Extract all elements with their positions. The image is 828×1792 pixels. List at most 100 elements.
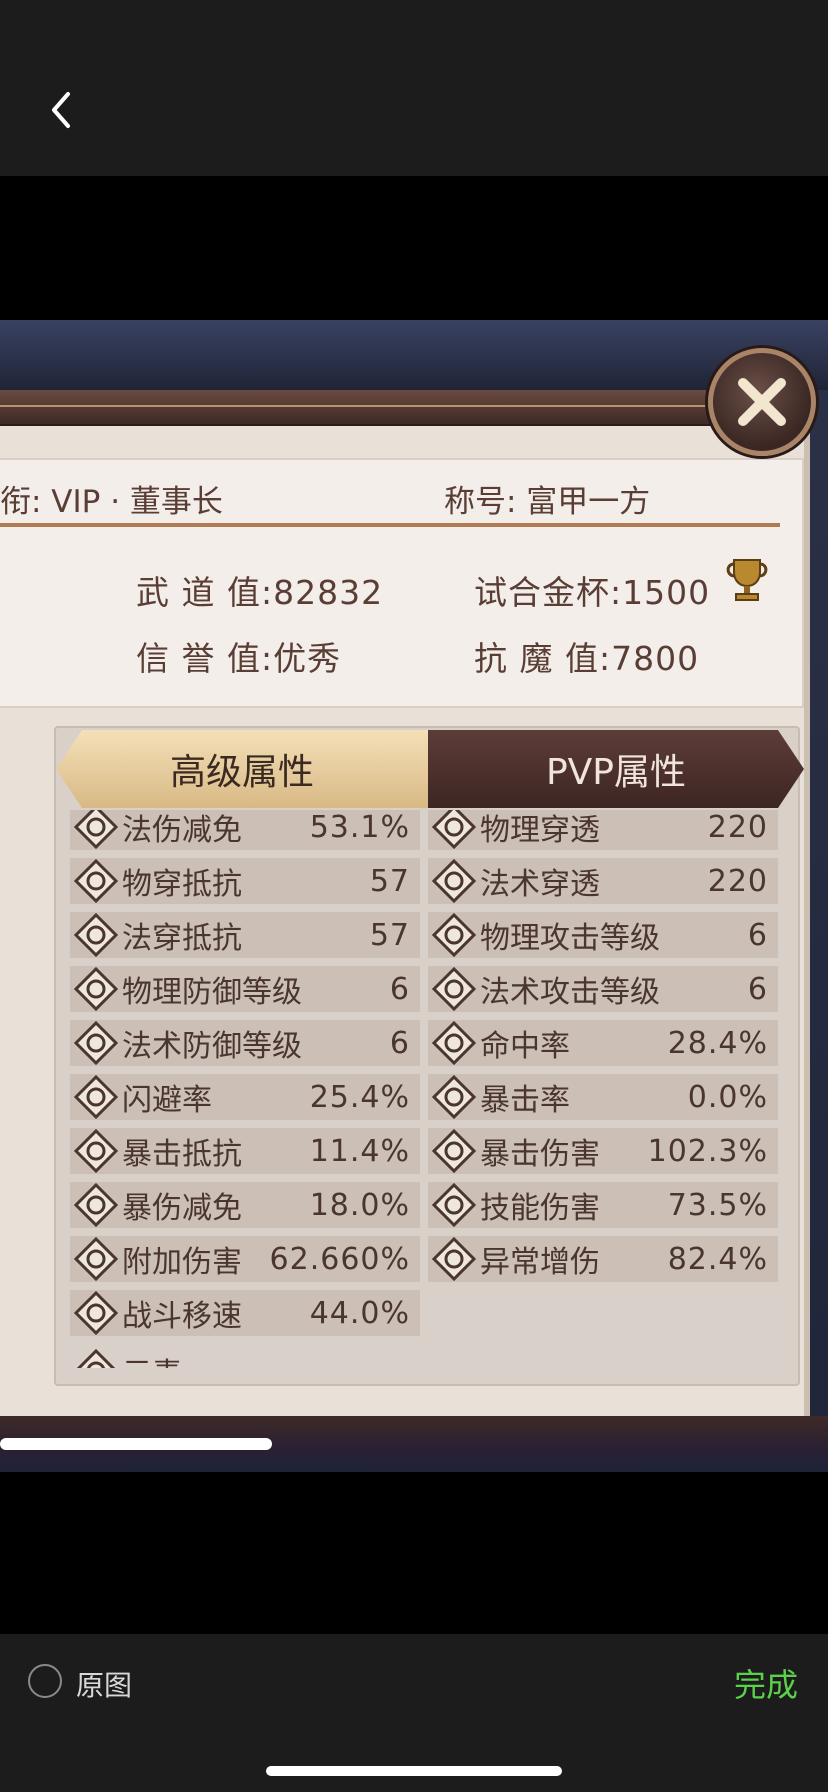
attribute-value: 6 [747,971,768,1007]
attribute-row-right: 命中率 28.4% [428,1020,778,1066]
attribute-row-left: 战斗移速 44.0% [70,1290,420,1336]
attribute-icon [73,1236,119,1282]
attribute-row-left: 法穿抵抗 57 [70,912,420,958]
attribute-label: 物理穿透 [480,813,600,848]
rank-text: 衔: VIP · 董事长 [0,484,223,520]
divider [0,523,780,527]
attribute-icon [73,966,119,1012]
attribute-label: 法术防御等级 [122,1029,302,1064]
attribute-label: 战斗移速 [122,1299,242,1334]
attribute-row-right: 技能伤害 73.5% [428,1182,778,1228]
attribute-icon [73,1128,119,1174]
attribute-icon [431,912,477,958]
attribute-value: 0.0% [687,1079,768,1115]
attribute-label: 异常增伤 [480,1245,600,1280]
attribute-value: 11.4% [309,1133,410,1169]
viewer-bottom-bar: 原图 完成 [0,1634,828,1792]
attribute-icon [73,810,119,850]
attribute-label: 闪避率 [122,1083,212,1118]
attribute-rows[interactable]: 法伤减免 53.1% 物穿抵抗 57 法穿抵抗 57 物理防御等级 6 法术防御等级 6 闪避率 25… [70,810,790,1368]
attribute-label: 暴击抵抗 [122,1137,242,1172]
attribute-row-right: 物理攻击等级 6 [428,912,778,958]
title-text: 称号: 富甲一方 [444,484,651,520]
attribute-icon [431,1074,477,1120]
attribute-value: 57 [369,863,410,899]
attribute-row-left: 暴击抵抗 11.4% [70,1128,420,1174]
viewer-top-bar [0,0,828,176]
attribute-label: 法穿抵抗 [122,921,242,956]
attribute-row-left: 附加伤害 62.660% [70,1236,420,1282]
attribute-label: 命中率 [480,1029,570,1064]
attribute-label: 技能伤害 [480,1191,600,1226]
original-image-radio[interactable] [28,1664,62,1698]
attribute-row-left: 物穿抵抗 57 [70,858,420,904]
attribute-row-left: 法术防御等级 6 [70,1020,420,1066]
xinyu-value: 信 誉 值:优秀 [136,639,342,678]
attribute-label: 法术攻击等级 [480,975,660,1010]
attribute-value: 220 [707,863,768,899]
background-scene [0,320,828,390]
attribute-icon [431,1236,477,1282]
attribute-value: 6 [389,971,410,1007]
attribute-value: 82.4% [667,1241,768,1277]
attribute-value: 53.1% [309,810,410,845]
attribute-value: 6 [747,917,768,953]
attribute-icon [431,810,477,850]
game-screenshot: 衔: VIP · 董事长 称号: 富甲一方 武 道 值:82832 试合金杯:1… [0,320,828,1472]
attribute-icon [73,912,119,958]
attribute-icon [73,858,119,904]
attribute-value: 73.5% [667,1187,768,1223]
attribute-label: 法伤减免 [122,813,242,848]
attribute-label: 法术穿透 [480,867,600,902]
panel-frame-top [0,390,780,426]
attribute-label: 暴击率 [480,1083,570,1118]
attribute-row-left: 物理防御等级 6 [70,966,420,1012]
chevron-left-icon [52,92,70,128]
attribute-value: 28.4% [667,1025,768,1061]
scroll-indicator [0,1438,272,1450]
attribute-icon [73,1020,119,1066]
attribute-row-right: 法术攻击等级 6 [428,966,778,1012]
attribute-row-left: 暴伤减免 18.0% [70,1182,420,1228]
attribute-row-right: 暴击伤害 102.3% [428,1128,778,1174]
kangmo-value: 抗 魔 值:7800 [474,639,700,678]
attribute-label: 物理防御等级 [122,975,302,1010]
back-button[interactable] [40,88,84,132]
attribute-row-left: 闪避率 25.4% [70,1074,420,1120]
attribute-label: 物理攻击等级 [480,921,660,956]
attribute-label: 附加伤害 [122,1245,242,1280]
attribute-label: 暴击伤害 [480,1137,600,1172]
close-button[interactable] [708,348,816,456]
attribute-icon [431,858,477,904]
attribute-icon [431,966,477,1012]
attribute-row-right: 法术穿透 220 [428,858,778,904]
attribute-value: 57 [369,917,410,953]
tab-advanced-attributes[interactable]: 高级属性 [56,730,428,808]
trophy-icon [726,559,768,601]
attribute-icon [73,1074,119,1120]
section-header-element: 元素 [70,1348,370,1368]
attribute-value: 62.660% [269,1241,410,1277]
attribute-row-right: 物理穿透 220 [428,810,778,850]
attribute-value: 18.0% [309,1187,410,1223]
attribute-value: 44.0% [309,1295,410,1331]
attribute-value: 102.3% [647,1133,768,1169]
tab-pvp-attributes[interactable]: PVP属性 [428,730,804,808]
attribute-icon [73,1182,119,1228]
attribute-label: 物穿抵抗 [122,867,242,902]
element-icon [74,1348,118,1368]
attribute-row-left: 法伤减免 53.1% [70,810,420,850]
done-button[interactable]: 完成 [734,1660,798,1706]
home-indicator [266,1766,562,1776]
attribute-icon [431,1020,477,1066]
attribute-icon [431,1182,477,1228]
close-icon [738,378,786,426]
attribute-value: 6 [389,1025,410,1061]
original-image-label[interactable]: 原图 [76,1664,132,1704]
attribute-icon [73,1290,119,1336]
attribute-value: 25.4% [309,1079,410,1115]
attribute-row-right: 暴击率 0.0% [428,1074,778,1120]
attribute-label: 暴伤减免 [122,1191,242,1226]
attribute-value: 220 [707,810,768,845]
wudao-value: 武 道 值:82832 [136,573,384,612]
